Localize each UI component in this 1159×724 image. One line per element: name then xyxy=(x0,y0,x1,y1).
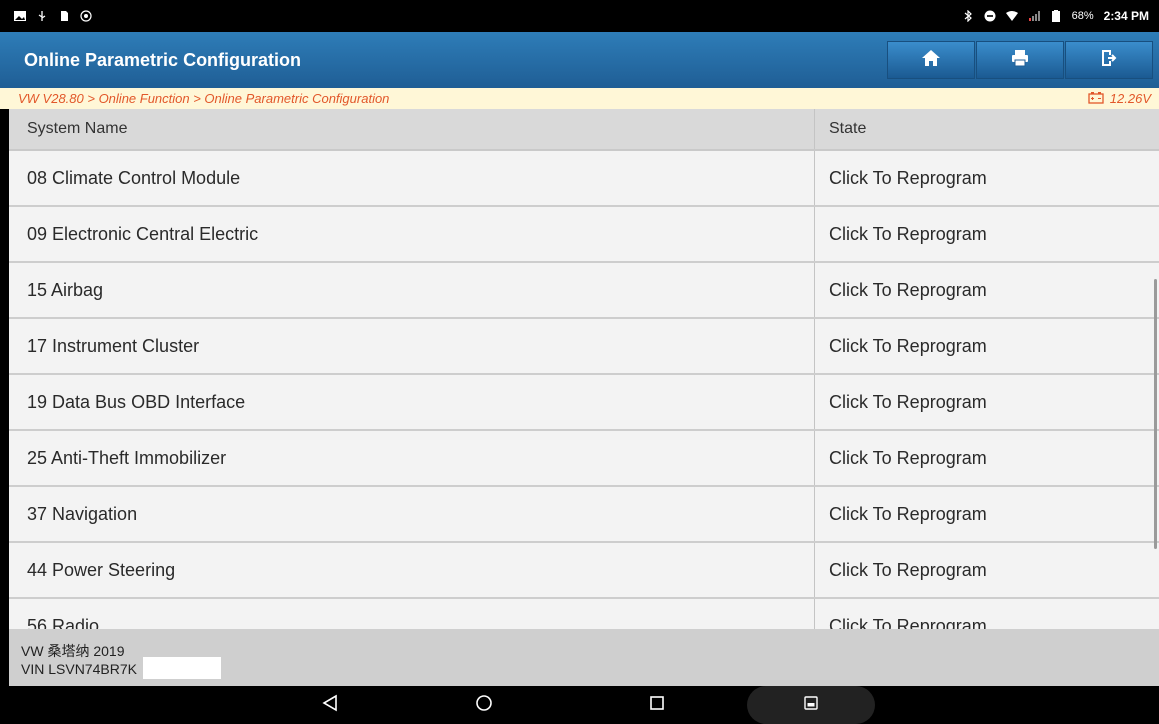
header-buttons xyxy=(887,32,1159,88)
system-name-cell: 19 Data Bus OBD Interface xyxy=(27,391,246,412)
system-name-cell: 08 Climate Control Module xyxy=(27,167,241,188)
state-cell[interactable]: Click To Reprogram xyxy=(814,543,1159,597)
table-row[interactable]: 08 Climate Control Module Click To Reprog… xyxy=(9,151,1159,207)
back-icon xyxy=(322,694,338,717)
wifi-icon xyxy=(1005,10,1018,22)
system-name-cell: 25 Anti-Theft Immobilizer xyxy=(27,447,227,468)
system-name-cell: 37 Navigation xyxy=(27,503,138,524)
sim-icon xyxy=(58,10,70,22)
state-cell[interactable]: Click To Reprogram xyxy=(814,431,1159,485)
system-name-cell: 09 Electronic Central Electric xyxy=(27,223,259,244)
vin-number: VIN LSVN74BR7K xyxy=(21,661,137,677)
exit-icon xyxy=(1099,48,1119,73)
vehicle-info: VW 桑塔纳 2019 VIN LSVN74BR7K xyxy=(9,629,1159,686)
table-row[interactable]: 25 Anti-Theft Immobilizer Click To Reprog… xyxy=(9,431,1159,487)
print-button[interactable] xyxy=(976,41,1064,79)
page-title: Online Parametric Configuration xyxy=(24,49,302,70)
table-row[interactable]: 56 Radio Click To Reprogram xyxy=(9,599,1159,629)
system-name-cell: 44 Power Steering xyxy=(27,559,176,580)
bluetooth-icon xyxy=(962,10,974,22)
recents-button[interactable] xyxy=(645,694,669,716)
back-button[interactable] xyxy=(318,694,342,716)
usb-icon xyxy=(36,10,48,22)
clock: 2:34 PM xyxy=(1103,9,1149,23)
state-cell[interactable]: Click To Reprogram xyxy=(814,375,1159,429)
system-name-cell: 56 Radio xyxy=(27,615,100,630)
state-cell[interactable]: Click To Reprogram xyxy=(814,207,1159,261)
app-header: Online Parametric Configuration xyxy=(0,32,1159,88)
home-nav-button[interactable] xyxy=(472,694,496,716)
home-button[interactable] xyxy=(887,41,975,79)
table-row[interactable]: 37 Navigation Click To Reprogram xyxy=(9,487,1159,543)
battery-icon xyxy=(1050,10,1062,22)
status-left-icons xyxy=(14,10,92,22)
bug-icon xyxy=(80,10,92,22)
breadcrumb: VW V28.80 > Online Function > Online Par… xyxy=(18,91,390,106)
state-cell[interactable]: Click To Reprogram xyxy=(814,151,1159,205)
image-icon xyxy=(14,10,26,22)
table-scrollbar[interactable] xyxy=(1154,279,1157,549)
signal-icon xyxy=(1028,10,1040,22)
table-body: 08 Climate Control Module Click To Reprog… xyxy=(9,151,1159,629)
system-nav-bar xyxy=(0,686,1159,724)
dnd-icon xyxy=(984,10,996,22)
table-row[interactable]: 15 Airbag Click To Reprogram xyxy=(9,263,1159,319)
breadcrumb-bar: VW V28.80 > Online Function > Online Par… xyxy=(0,88,1159,109)
voltage-indicator: 12.26V xyxy=(1088,91,1151,107)
column-header-state: State xyxy=(814,109,1159,149)
home-icon xyxy=(921,48,941,73)
exit-button[interactable] xyxy=(1065,41,1153,79)
square-recents-icon xyxy=(649,695,665,716)
state-cell[interactable]: Click To Reprogram xyxy=(814,319,1159,373)
table-row[interactable]: 17 Instrument Cluster Click To Reprogram xyxy=(9,319,1159,375)
battery-percent: 68% xyxy=(1071,10,1094,22)
vin-redaction xyxy=(143,657,221,679)
status-right-icons: 68% 2:34 PM xyxy=(962,9,1149,23)
voltage-value: 12.26V xyxy=(1109,91,1151,106)
system-name-cell: 15 Airbag xyxy=(27,279,104,300)
table-row[interactable]: 44 Power Steering Click To Reprogram xyxy=(9,543,1159,599)
car-battery-icon xyxy=(1088,91,1104,107)
table-row[interactable]: 19 Data Bus OBD Interface Click To Reprog… xyxy=(9,375,1159,431)
table-row[interactable]: 09 Electronic Central Electric Click To R… xyxy=(9,207,1159,263)
status-bar: 68% 2:34 PM xyxy=(0,0,1159,32)
system-name-cell: 17 Instrument Cluster xyxy=(27,335,200,356)
circle-home-icon xyxy=(475,694,493,717)
state-cell[interactable]: Click To Reprogram xyxy=(814,599,1159,629)
screenshot-pill[interactable] xyxy=(747,686,875,724)
screenshot-icon xyxy=(804,695,818,715)
state-cell[interactable]: Click To Reprogram xyxy=(814,487,1159,541)
table-header: System Name State xyxy=(9,109,1159,151)
column-header-system-name: System Name xyxy=(27,120,128,137)
print-icon xyxy=(1010,48,1030,73)
vin-line: VIN LSVN74BR7K xyxy=(21,657,221,679)
system-table[interactable]: System Name State 08 Climate Control Mod… xyxy=(9,109,1159,629)
state-cell[interactable]: Click To Reprogram xyxy=(814,263,1159,317)
